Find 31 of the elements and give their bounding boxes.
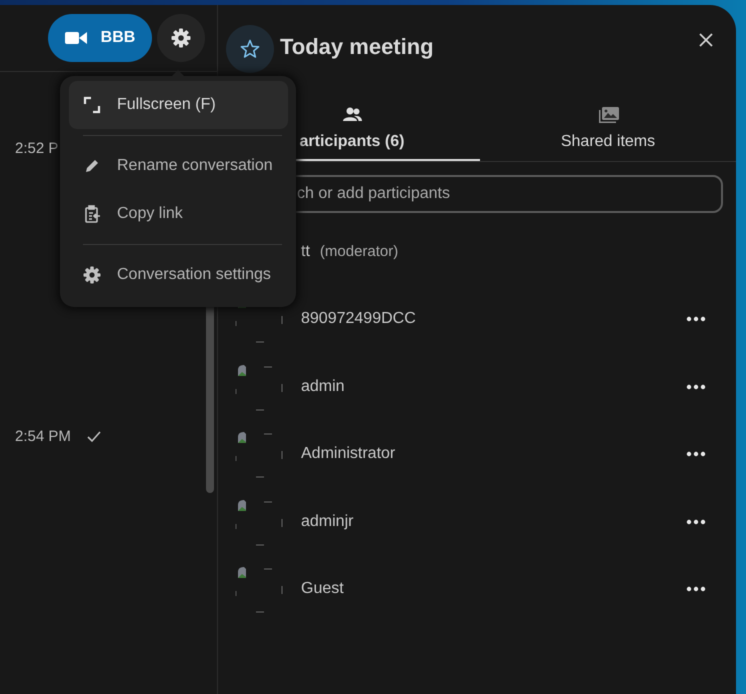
message-time: 2:54 PM — [15, 428, 71, 445]
participant-name: adminjr — [301, 512, 354, 531]
more-icon[interactable] — [686, 451, 706, 458]
settings-button[interactable] — [157, 14, 205, 62]
fullscreen-icon — [83, 96, 101, 114]
more-icon[interactable] — [686, 586, 706, 592]
participant-name: tt — [301, 242, 310, 261]
close-icon — [699, 33, 713, 47]
pencil-icon — [83, 157, 101, 175]
menu-item[interactable]: Fullscreen (F) — [69, 81, 288, 129]
message-time: 2:52 P — [15, 140, 58, 157]
gear-icon — [171, 28, 191, 48]
conversation-title: Today meeting — [280, 34, 434, 60]
tab[interactable]: Shared items — [480, 95, 736, 161]
participant-name: Administrator — [301, 445, 396, 464]
people-icon — [342, 106, 362, 124]
more-icon[interactable] — [686, 384, 706, 390]
gear-icon — [83, 266, 101, 284]
video-camera-icon — [64, 31, 87, 45]
more-icon[interactable] — [686, 518, 706, 525]
clipboard-icon — [83, 205, 101, 223]
favorite-button[interactable] — [226, 25, 274, 73]
participant-name: Guest — [301, 580, 344, 598]
call-button[interactable]: BBB — [48, 14, 152, 62]
more-icon[interactable] — [686, 316, 706, 322]
menu-item[interactable]: Conversation settings — [69, 251, 288, 299]
participant-role: (moderator) — [320, 243, 398, 260]
star-icon — [240, 39, 260, 59]
participant-name: 890972499DCC — [301, 310, 416, 328]
participant-name: admin — [301, 378, 345, 396]
images-icon — [597, 106, 619, 124]
